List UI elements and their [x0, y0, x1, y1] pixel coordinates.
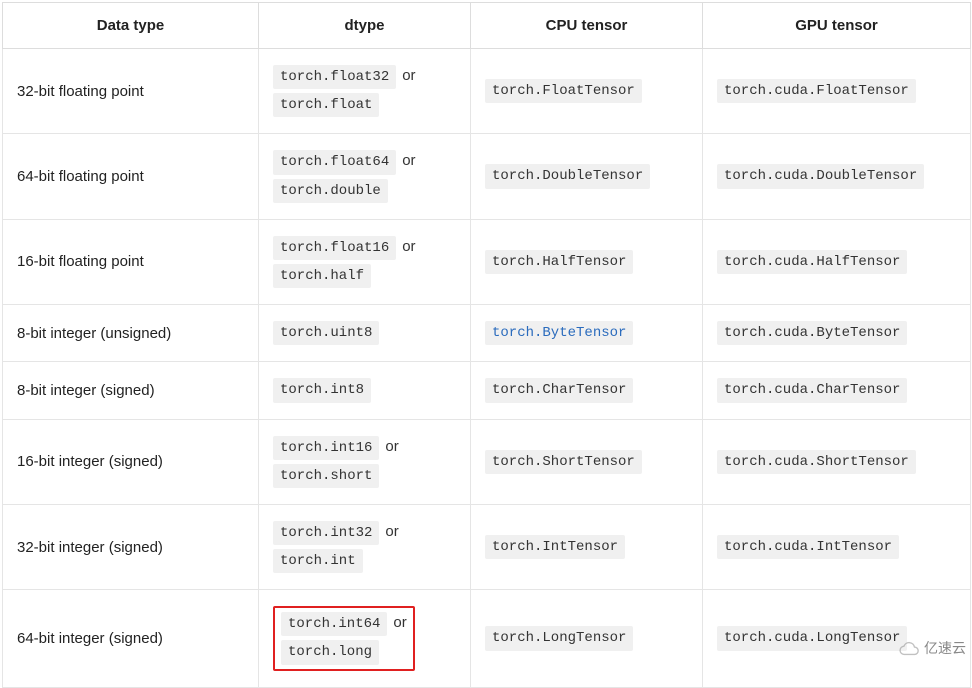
dtype-value: torch.int64: [281, 612, 387, 636]
gpu-tensor-value: torch.cuda.IntTensor: [717, 535, 899, 559]
table-row: 64-bit integer (signed)torch.int64ortorc…: [3, 590, 971, 687]
dtype-cell: torch.uint8: [259, 305, 471, 362]
cpu-tensor-value[interactable]: torch.ByteTensor: [485, 321, 633, 345]
data-type-desc: 8-bit integer (unsigned): [3, 305, 259, 362]
dtype-value: torch.int16: [273, 436, 379, 460]
gpu-tensor-cell: torch.cuda.HalfTensor: [703, 219, 971, 304]
dtype-cell: torch.float32 or torch.float: [259, 49, 471, 134]
dtype-value: torch.float16: [273, 236, 396, 260]
cpu-tensor-cell: torch.LongTensor: [471, 590, 703, 687]
dtype-cell: torch.int32 or torch.int: [259, 504, 471, 589]
dtype-cell: torch.float64 or torch.double: [259, 134, 471, 219]
gpu-tensor-value: torch.cuda.DoubleTensor: [717, 164, 924, 188]
cpu-tensor-cell: torch.ByteTensor: [471, 305, 703, 362]
dtype-value: torch.double: [273, 179, 388, 203]
cpu-tensor-value: torch.DoubleTensor: [485, 164, 650, 188]
data-type-desc: 8-bit integer (signed): [3, 362, 259, 419]
gpu-tensor-cell: torch.cuda.ByteTensor: [703, 305, 971, 362]
cpu-tensor-value: torch.FloatTensor: [485, 79, 642, 103]
dtype-cell: torch.int64 or torch.long: [259, 590, 471, 687]
data-type-desc: 64-bit integer (signed): [3, 590, 259, 687]
or-label: or: [385, 523, 398, 540]
cpu-tensor-cell: torch.HalfTensor: [471, 219, 703, 304]
gpu-tensor-cell: torch.cuda.FloatTensor: [703, 49, 971, 134]
dtype-value: torch.short: [273, 464, 379, 488]
dtype-cell: torch.float16 or torch.half: [259, 219, 471, 304]
table-row: 16-bit integer (signed)torch.int16ortorc…: [3, 419, 971, 504]
gpu-tensor-cell: torch.cuda.IntTensor: [703, 504, 971, 589]
table-header-row: Data type dtype CPU tensor GPU tensor: [3, 3, 971, 49]
table-row: 16-bit floating pointtorch.float16ortorc…: [3, 219, 971, 304]
table-row: 32-bit integer (signed)torch.int32ortorc…: [3, 504, 971, 589]
dtype-value: torch.int8: [273, 378, 371, 402]
or-label: or: [385, 438, 398, 455]
table-row: 32-bit floating pointtorch.float32ortorc…: [3, 49, 971, 134]
gpu-tensor-value: torch.cuda.HalfTensor: [717, 250, 907, 274]
dtype-value: torch.int: [273, 549, 363, 573]
or-label: or: [402, 238, 415, 255]
gpu-tensor-cell: torch.cuda.ShortTensor: [703, 419, 971, 504]
dtype-cell: torch.int16 or torch.short: [259, 419, 471, 504]
cpu-tensor-value: torch.LongTensor: [485, 626, 633, 650]
gpu-tensor-value: torch.cuda.ShortTensor: [717, 450, 916, 474]
gpu-tensor-cell: torch.cuda.DoubleTensor: [703, 134, 971, 219]
cpu-tensor-cell: torch.CharTensor: [471, 362, 703, 419]
table-row: 8-bit integer (signed) torch.int8 torch.Ch…: [3, 362, 971, 419]
data-type-desc: 16-bit floating point: [3, 219, 259, 304]
dtype-value: torch.float: [273, 93, 379, 117]
or-label: or: [402, 152, 415, 169]
dtype-table: Data type dtype CPU tensor GPU tensor 32…: [2, 2, 971, 688]
gpu-tensor-value: torch.cuda.LongTensor: [717, 626, 907, 650]
or-label: or: [402, 67, 415, 84]
data-type-desc: 16-bit integer (signed): [3, 419, 259, 504]
cpu-tensor-value: torch.HalfTensor: [485, 250, 633, 274]
cpu-tensor-cell: torch.ShortTensor: [471, 419, 703, 504]
gpu-tensor-value: torch.cuda.ByteTensor: [717, 321, 907, 345]
col-cpu-tensor: CPU tensor: [471, 3, 703, 49]
dtype-cell: torch.int8: [259, 362, 471, 419]
or-label: or: [393, 614, 406, 631]
data-type-desc: 32-bit floating point: [3, 49, 259, 134]
col-data-type: Data type: [3, 3, 259, 49]
dtype-value: torch.float32: [273, 65, 396, 89]
cpu-tensor-value: torch.IntTensor: [485, 535, 625, 559]
gpu-tensor-value: torch.cuda.CharTensor: [717, 378, 907, 402]
cpu-tensor-cell: torch.FloatTensor: [471, 49, 703, 134]
table-row: 64-bit floating pointtorch.float64ortorc…: [3, 134, 971, 219]
dtype-value: torch.half: [273, 264, 371, 288]
col-dtype: dtype: [259, 3, 471, 49]
gpu-tensor-cell: torch.cuda.LongTensor: [703, 590, 971, 687]
cpu-tensor-cell: torch.IntTensor: [471, 504, 703, 589]
cpu-tensor-value: torch.CharTensor: [485, 378, 633, 402]
cpu-tensor-value: torch.ShortTensor: [485, 450, 642, 474]
dtype-value: torch.float64: [273, 150, 396, 174]
data-type-desc: 32-bit integer (signed): [3, 504, 259, 589]
gpu-tensor-cell: torch.cuda.CharTensor: [703, 362, 971, 419]
dtype-value: torch.long: [281, 640, 379, 664]
cpu-tensor-cell: torch.DoubleTensor: [471, 134, 703, 219]
col-gpu-tensor: GPU tensor: [703, 3, 971, 49]
data-type-desc: 64-bit floating point: [3, 134, 259, 219]
dtype-value: torch.int32: [273, 521, 379, 545]
table-row: 8-bit integer (unsigned) torch.uint8 torch…: [3, 305, 971, 362]
dtype-value: torch.uint8: [273, 321, 379, 345]
gpu-tensor-value: torch.cuda.FloatTensor: [717, 79, 916, 103]
